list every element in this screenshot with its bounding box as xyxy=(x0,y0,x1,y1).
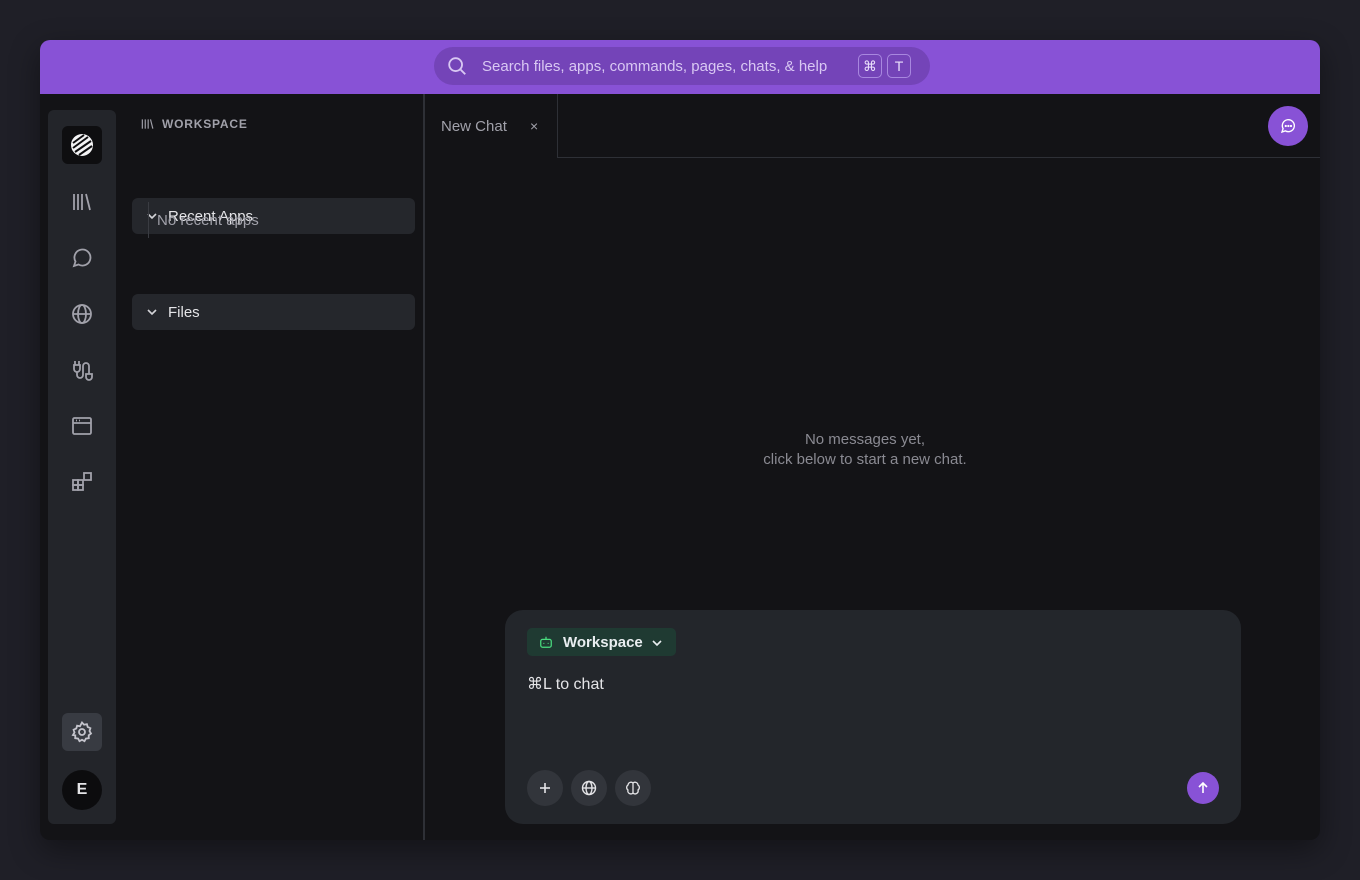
browser-window-icon xyxy=(72,417,92,435)
search-icon xyxy=(448,57,466,75)
brain-icon xyxy=(626,781,640,795)
rail-chats-button[interactable] xyxy=(62,239,102,277)
search-placeholder: Search files, apps, commands, pages, cha… xyxy=(482,58,828,75)
tab-label: New Chat xyxy=(441,118,507,135)
tab-underline xyxy=(558,157,1320,158)
rail-web-button[interactable] xyxy=(62,295,102,333)
web-search-button[interactable] xyxy=(571,770,607,806)
settings-button[interactable] xyxy=(62,713,102,751)
reasoning-button[interactable] xyxy=(615,770,651,806)
section-files[interactable]: Files xyxy=(132,294,415,330)
apps-grid-icon xyxy=(72,472,92,491)
recent-apps-empty: No recent apps xyxy=(157,212,259,229)
rail-integrations-button[interactable] xyxy=(62,351,102,389)
chat-bubble-icon xyxy=(1280,118,1296,134)
app-logo-button[interactable] xyxy=(62,126,102,164)
workspace-sidebar: WORKSPACE Recent Apps No recent apps Fil… xyxy=(124,94,424,840)
rail-library-button[interactable] xyxy=(62,183,102,221)
plus-icon xyxy=(540,783,550,793)
user-avatar[interactable]: E xyxy=(62,770,102,810)
agent-label: Workspace xyxy=(563,634,643,651)
library-icon xyxy=(73,193,91,211)
close-icon[interactable]: × xyxy=(530,118,538,134)
rail-apps-button[interactable] xyxy=(62,463,102,501)
globe-icon xyxy=(581,780,597,796)
globe-icon xyxy=(72,304,92,324)
library-icon xyxy=(141,119,154,129)
shortcut-key-cmd: ⌘ xyxy=(858,54,882,78)
chat-input[interactable]: ⌘L to chat xyxy=(527,674,1207,694)
empty-line-2: click below to start a new chat. xyxy=(763,451,967,468)
app-window: Search files, apps, commands, pages, cha… xyxy=(40,40,1320,840)
rail-browser-button[interactable] xyxy=(62,407,102,445)
gear-icon xyxy=(71,720,93,743)
tab-bar: New Chat × xyxy=(425,94,1320,158)
section-label: Files xyxy=(168,304,200,321)
plug-icon xyxy=(73,361,93,381)
chevron-down-icon xyxy=(147,309,157,316)
sidebar-header: WORKSPACE xyxy=(140,117,248,131)
icon-rail: E xyxy=(48,110,116,824)
empty-state-message: No messages yet, click below to start a … xyxy=(425,430,1305,470)
sidebar-title: WORKSPACE xyxy=(162,117,248,131)
tab-new-chat[interactable]: New Chat × xyxy=(425,94,558,158)
chevron-down-icon xyxy=(652,640,662,647)
shortcut-key-t: T xyxy=(887,54,911,78)
striped-logo-icon xyxy=(71,134,93,156)
add-attachment-button[interactable] xyxy=(527,770,563,806)
tree-guide-line xyxy=(148,202,149,238)
robot-icon xyxy=(540,636,552,648)
send-button[interactable] xyxy=(1187,772,1219,804)
agent-selector[interactable]: Workspace xyxy=(527,628,676,656)
chat-bubble-icon xyxy=(72,248,92,268)
chat-composer: Workspace ⌘L to chat xyxy=(505,610,1241,824)
arrow-up-icon xyxy=(1198,781,1208,793)
empty-line-1: No messages yet, xyxy=(804,431,926,448)
top-bar: Search files, apps, commands, pages, cha… xyxy=(40,40,1320,94)
chat-toggle-button[interactable] xyxy=(1268,106,1308,146)
global-search[interactable]: Search files, apps, commands, pages, cha… xyxy=(434,47,930,85)
